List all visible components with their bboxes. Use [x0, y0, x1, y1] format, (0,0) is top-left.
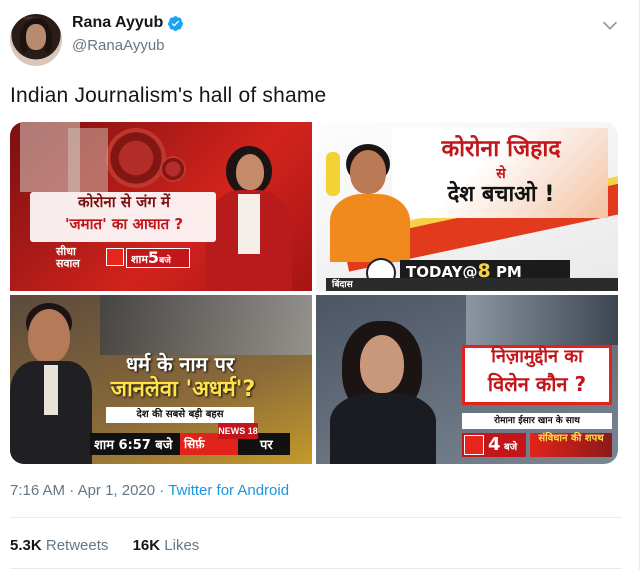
verified-badge-icon [168, 16, 183, 31]
show-name: संविधान की शपथ [530, 433, 612, 457]
channel-logo [464, 435, 484, 455]
divider [10, 517, 622, 518]
tweet-text: Indian Journalism's hall of shame [10, 84, 327, 107]
author-handle[interactable]: @RanaAyyub [72, 37, 165, 54]
show-name: सीधा सवाल [56, 245, 80, 271]
show-time: शाम 6:57 बजे [94, 438, 173, 453]
chevron-down-icon[interactable] [599, 14, 621, 36]
show-name: बिंदास [326, 278, 618, 291]
tweet-source-link[interactable]: Twitter for Android [168, 482, 289, 499]
media-image-4[interactable]: निज़ामुद्दीन का विलेन कौन ? रोमाना ईसार … [316, 295, 618, 464]
author-name[interactable]: Rana Ayyub [72, 14, 163, 32]
anchor-figure [28, 309, 70, 363]
headline-line2: जानलेवा 'अधर्म'? [110, 377, 256, 402]
crowd-graphic [100, 295, 312, 355]
headline-line2: विलेन कौन ? [487, 372, 587, 396]
headline-subtitle: देश की सबसे बड़ी बहस [106, 407, 254, 423]
channel-logo: NEWS 18 [218, 423, 258, 439]
divider [10, 568, 622, 569]
show-time: शाम5बजे [126, 248, 190, 268]
headline-line1: निज़ामुद्दीन का [491, 346, 583, 367]
headline-subtitle: रोमाना ईसार खान के साथ [462, 413, 612, 429]
media-image-1[interactable]: कोरोना से जंग में 'जमात' का आघात ? सीधा … [10, 122, 312, 291]
tweet-stats: 5.3K Retweets 16K Likes [10, 537, 219, 554]
media-image-3[interactable]: धर्म के नाम पर जानलेवा 'अधर्म'? देश की स… [10, 295, 312, 464]
channel-logo [106, 248, 124, 266]
anchor-figure [350, 150, 386, 194]
author-avatar[interactable]: पत्रकार [10, 14, 62, 66]
virus-graphic [106, 128, 166, 188]
anchor-figure [236, 154, 264, 190]
headline-line1: कोरोना से जंग में [78, 193, 170, 211]
anchor-figure [360, 335, 404, 393]
tweet-media-grid[interactable]: कोरोना से जंग में 'जमात' का आघात ? सीधा … [10, 122, 618, 464]
headline-line2: से [496, 166, 506, 182]
retweets-stat[interactable]: 5.3K Retweets [10, 537, 108, 554]
tweet-card: पत्रकार Rana Ayyub @RanaAyyub Indian Jou… [0, 0, 640, 570]
headline-line3: देश बचाओ ! [447, 182, 555, 207]
likes-stat[interactable]: 16K Likes [133, 537, 200, 554]
tweet-time[interactable]: 7:16 AM [10, 482, 65, 499]
media-image-2[interactable]: कोरोना जिहाद से देश बचाओ ! TODAY@8 PM बि… [316, 122, 618, 291]
headline-line1: धर्म के नाम पर [125, 352, 235, 376]
on-label: पर [260, 438, 273, 453]
tweet-meta: 7:16 AM · Apr 1, 2020 · Twitter for Andr… [10, 482, 290, 499]
headline-line1: कोरोना जिहाद [441, 136, 561, 162]
crowd-graphic [466, 295, 618, 345]
tweet-date[interactable]: Apr 1, 2020 [78, 482, 156, 499]
headline-line2: 'जमात' का आघात ? [64, 215, 184, 233]
